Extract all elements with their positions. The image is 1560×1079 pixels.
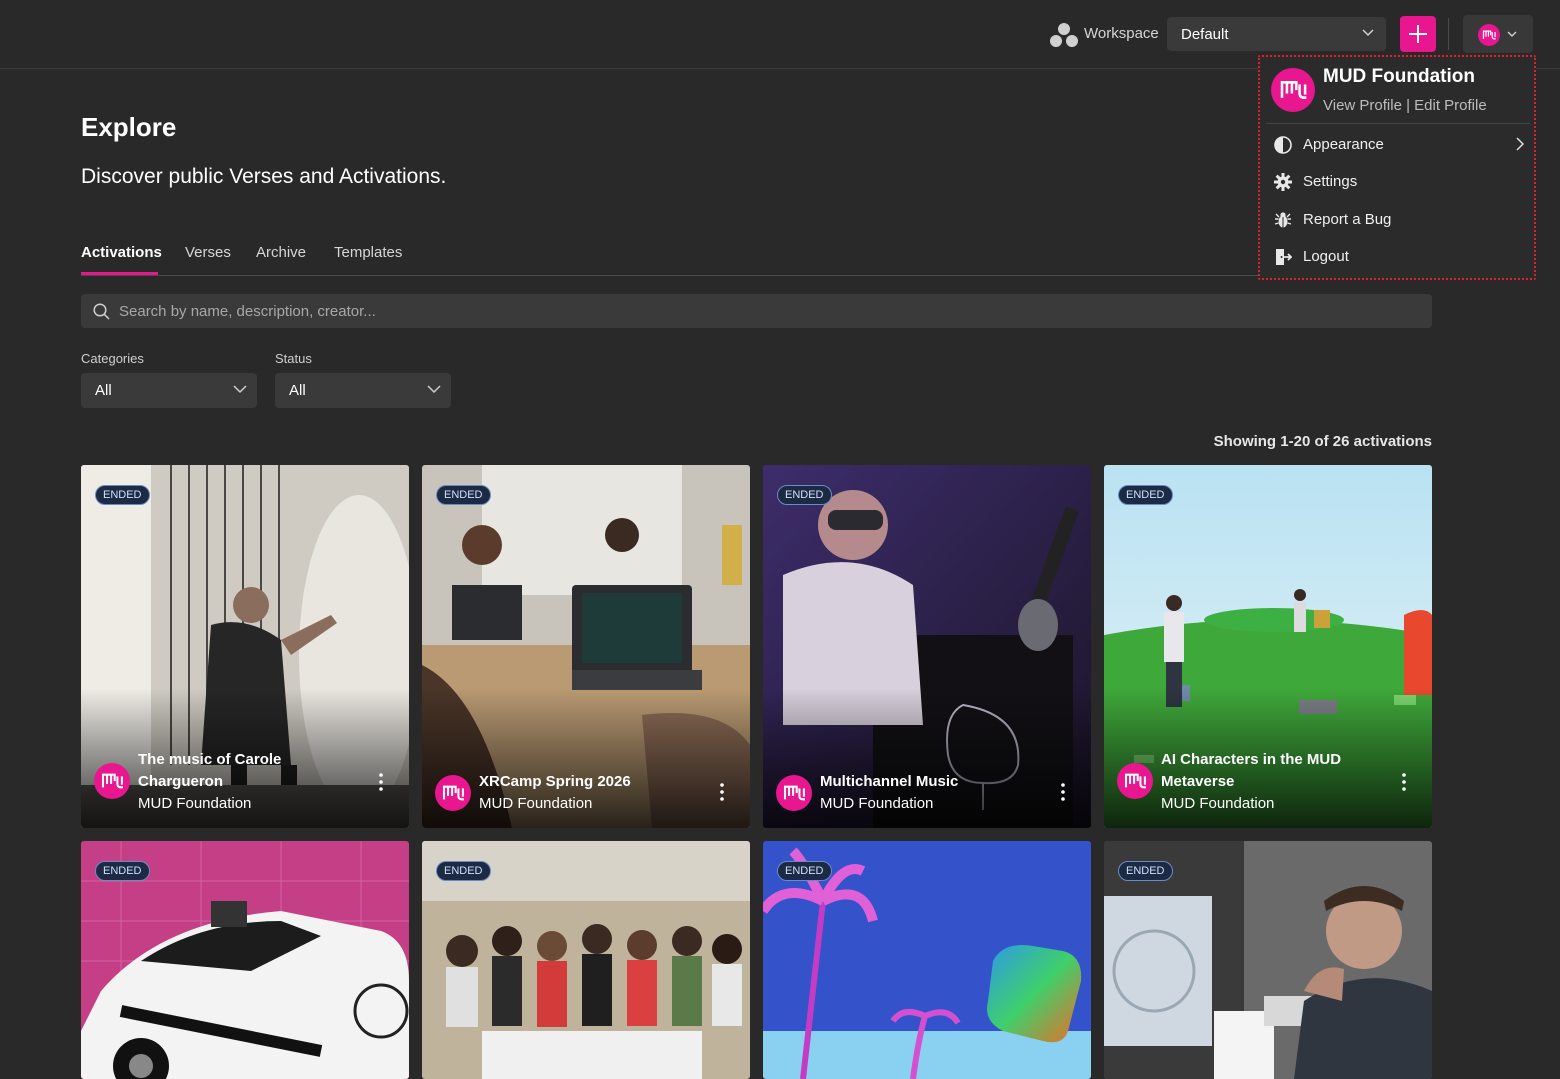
categories-select[interactable]: All xyxy=(81,373,257,408)
avatar xyxy=(1478,24,1500,46)
menu-item-label: Settings xyxy=(1303,173,1358,190)
workspace-label: Workspace xyxy=(1084,25,1159,42)
menu-item-appearance[interactable]: Appearance xyxy=(1272,130,1528,160)
workspace-select-value: Default xyxy=(1181,26,1229,43)
divider xyxy=(1448,18,1449,50)
chevron-down-icon xyxy=(233,385,247,394)
status-badge: ENDED xyxy=(1118,861,1173,881)
menu-item-logout[interactable]: Logout xyxy=(1272,242,1528,272)
profile-name: MUD Foundation xyxy=(1323,66,1475,87)
activation-card[interactable]: ENDED AI Characters in the MUD Metaverse… xyxy=(1104,465,1432,828)
plus-icon xyxy=(1409,25,1427,43)
activation-card[interactable]: ENDED XRCamp Spring 2026 MUD Foundation xyxy=(422,465,750,828)
status-badge: ENDED xyxy=(777,485,832,505)
activation-card[interactable]: ENDED The music of Carole Chargueron MUD… xyxy=(81,465,409,828)
avatar xyxy=(94,763,130,799)
card-title: AI Characters in the MUD Metaverse xyxy=(1161,751,1342,790)
more-options-icon[interactable] xyxy=(379,773,383,791)
search-placeholder: Search by name, description, creator... xyxy=(119,303,376,320)
status-badge: ENDED xyxy=(95,861,150,881)
search-icon xyxy=(93,303,110,320)
avatar xyxy=(1271,68,1315,112)
activation-card[interactable]: ENDED xyxy=(422,841,750,1079)
card-title: XRCamp Spring 2026 xyxy=(479,773,631,790)
status-badge: ENDED xyxy=(436,485,491,505)
card-organization: MUD Foundation xyxy=(138,795,252,812)
gear-icon xyxy=(1274,173,1292,191)
status-badge: ENDED xyxy=(95,485,150,505)
profile-menu-button[interactable] xyxy=(1463,15,1533,53)
chevron-down-icon xyxy=(1362,29,1374,37)
categories-label: Categories xyxy=(81,351,144,366)
menu-item-settings[interactable]: Settings xyxy=(1272,167,1528,197)
status-value: All xyxy=(289,382,306,399)
card-title: The music of Carole Chargueron xyxy=(138,751,282,790)
search-input[interactable]: Search by name, description, creator... xyxy=(81,294,1432,328)
activation-card[interactable]: ENDED xyxy=(763,841,1091,1079)
menu-item-report-bug[interactable]: Report a Bug xyxy=(1272,205,1528,235)
more-options-icon[interactable] xyxy=(1402,773,1406,791)
workspace-icon xyxy=(1050,23,1078,47)
status-badge: ENDED xyxy=(436,861,491,881)
tab-templates[interactable]: Templates xyxy=(334,244,402,261)
tab-archive[interactable]: Archive xyxy=(256,244,306,261)
categories-value: All xyxy=(95,382,112,399)
status-badge: ENDED xyxy=(1118,485,1173,505)
tab-verses[interactable]: Verses xyxy=(185,244,231,261)
status-badge: ENDED xyxy=(777,861,832,881)
activation-card[interactable]: ENDED Multichannel Music MUD Foundation xyxy=(763,465,1091,828)
card-organization: MUD Foundation xyxy=(1161,795,1275,812)
chevron-right-icon xyxy=(1516,137,1524,151)
active-tab-indicator xyxy=(81,272,158,275)
logout-icon xyxy=(1276,249,1292,265)
menu-divider xyxy=(1266,123,1530,124)
status-label: Status xyxy=(275,351,312,366)
workspace-select[interactable]: Default xyxy=(1167,17,1386,51)
tab-bar: Activations Verses Archive Templates xyxy=(81,240,1432,276)
profile-links[interactable]: View Profile | Edit Profile xyxy=(1323,97,1487,114)
add-button[interactable] xyxy=(1400,16,1436,52)
card-organization: MUD Foundation xyxy=(820,795,934,812)
results-count: Showing 1-20 of 26 activations xyxy=(1213,433,1432,450)
more-options-icon[interactable] xyxy=(1061,783,1065,801)
menu-item-label: Logout xyxy=(1303,248,1349,265)
activation-card[interactable]: ENDED xyxy=(1104,841,1432,1079)
tab-activations[interactable]: Activations xyxy=(81,244,162,261)
card-title: Multichannel Music xyxy=(820,773,959,790)
avatar xyxy=(776,775,812,811)
menu-item-label: Report a Bug xyxy=(1303,211,1392,228)
card-organization: MUD Foundation xyxy=(479,795,593,812)
profile-dropdown-menu: MUD Foundation View Profile | Edit Profi… xyxy=(1258,55,1536,280)
avatar xyxy=(435,775,471,811)
more-options-icon[interactable] xyxy=(720,783,724,801)
menu-item-label: Appearance xyxy=(1303,136,1384,153)
bug-icon xyxy=(1274,212,1292,228)
activation-card[interactable]: ENDED xyxy=(81,841,409,1079)
chevron-down-icon xyxy=(427,385,441,394)
page-title: Explore xyxy=(81,112,177,142)
chevron-down-icon xyxy=(1507,31,1517,37)
avatar xyxy=(1117,763,1153,799)
contrast-icon xyxy=(1274,136,1292,154)
page-subtitle: Discover public Verses and Activations. xyxy=(81,165,447,188)
status-select[interactable]: All xyxy=(275,373,451,408)
